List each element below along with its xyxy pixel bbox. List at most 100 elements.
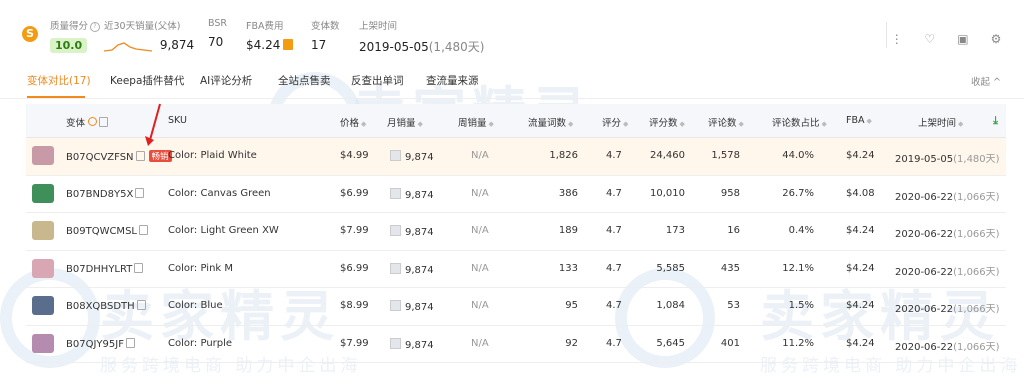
tab-all-sites[interactable]: 全站点售卖 [278, 73, 331, 88]
chart-icon[interactable] [390, 187, 401, 199]
rating-cell: 4.7 [606, 225, 622, 236]
product-thumbnail[interactable] [32, 146, 54, 165]
header-actions: ⋮ ♡ ▣ ⚙ [875, 28, 1002, 47]
chart-icon[interactable] [390, 262, 401, 274]
copy-icon[interactable] [135, 187, 145, 198]
col-reviews[interactable]: 评论数 ◆ [708, 115, 744, 129]
traffic-words-cell: 133 [558, 262, 578, 274]
col-sku: SKU [168, 115, 187, 126]
chart-icon[interactable] [390, 300, 401, 311]
fba-cell: $4.24 [846, 337, 875, 349]
settings-icon[interactable]: ⚙ [990, 33, 1002, 45]
col-listed[interactable]: 上架时间 ◆ [918, 115, 963, 129]
col-rating[interactable]: 评分 ◆ [602, 115, 628, 129]
copy-icon[interactable] [125, 337, 135, 348]
price-cell: $7.99 [340, 337, 369, 349]
sort-icon: ◆ [417, 120, 423, 128]
chart-icon[interactable] [390, 150, 401, 161]
table-row[interactable]: B07DHHYLRT Color: Pink M $6.99 9,874 N/A 133 4… [26, 251, 1006, 288]
listed-date: 2019-05-05 [359, 40, 429, 54]
help-icon[interactable] [88, 117, 98, 126]
more-icon[interactable]: ⋮ [891, 33, 903, 45]
listed-label: 上架时间 [359, 21, 398, 32]
asin-cell[interactable]: B08XQBSDTH [66, 300, 146, 312]
review-share-cell: 1.5% [788, 300, 814, 311]
favorite-icon[interactable]: ♡ [924, 33, 936, 45]
tab-keepa[interactable]: Keepa插件替代 [110, 73, 184, 88]
review-share-cell: 0.4% [788, 225, 814, 236]
col-weekly-sales[interactable]: 周销量 ◆ [458, 115, 494, 129]
product-thumbnail[interactable] [32, 258, 54, 278]
video-icon[interactable]: ▣ [957, 33, 969, 45]
weekly-sales-cell: N/A [471, 225, 489, 236]
asin-cell[interactable]: B09TQWCMSL [66, 225, 148, 237]
col-monthly-sales[interactable]: 月销量 ◆ [387, 115, 423, 129]
table-row[interactable]: B08XQBSDTH Color: Blue $8.99 9,874 N/A 95 4.7 1… [26, 288, 1006, 326]
rating-score-cell: 5,585 [656, 262, 685, 274]
reviews-cell: 1,578 [711, 150, 740, 161]
listed-cell: 2020-06-22(1,066天) [895, 266, 1000, 278]
tab-reverse-keywords[interactable]: 反查出单词 [351, 73, 404, 88]
col-rating-score[interactable]: 评分数 ◆ [649, 115, 685, 129]
chart-icon[interactable] [390, 225, 401, 236]
reviews-cell: 958 [720, 187, 740, 199]
table-row[interactable]: B07QCVZFSN 畅销 Color: Plaid White $4.99 9,874… [26, 138, 1006, 176]
table-row[interactable]: B09TQWCMSL Color: Light Green XW $7.99 9,87… [26, 213, 1006, 251]
asin-cell[interactable]: B07DHHYLRT [66, 262, 144, 275]
asin-cell[interactable]: B07QJY95JF [66, 337, 135, 350]
product-thumbnail[interactable] [32, 221, 54, 240]
reviews-cell: 401 [720, 337, 740, 349]
listed-cell: 2020-06-22(1,066天) [895, 229, 1000, 240]
sku-cell: Color: Canvas Green [168, 187, 271, 199]
rating-score-cell: 173 [665, 225, 685, 236]
product-thumbnail[interactable] [32, 296, 54, 315]
sku-cell: Color: Purple [168, 337, 233, 349]
sales-sparkline-icon[interactable] [103, 39, 153, 53]
tab-ai-reviews[interactable]: AI评论分析 [200, 73, 252, 88]
rating-score-cell: 24,460 [650, 150, 685, 161]
weekly-sales-cell: N/A [471, 337, 489, 349]
calculator-icon[interactable] [283, 39, 294, 50]
col-review-share[interactable]: 评论数占比 ◆ [772, 115, 827, 129]
review-share-cell: 11.2% [782, 337, 814, 349]
tab-variant-compare[interactable]: 变体对比(17) [27, 73, 91, 88]
price-cell: $8.99 [340, 300, 369, 311]
tab-traffic-source[interactable]: 查流量来源 [426, 73, 479, 88]
annotation-arrow [145, 103, 161, 146]
variants-metric: 变体数 17 [311, 18, 340, 52]
listed-cell: 2020-06-22(1,066天) [895, 304, 1000, 315]
col-variant[interactable]: 变体 [66, 115, 109, 129]
bsr-metric: BSR 70 [208, 18, 227, 49]
chart-icon[interactable] [390, 337, 401, 349]
sort-icon: ◆ [679, 120, 685, 128]
sort-icon: ◆ [738, 120, 744, 128]
rating-score-cell: 1,084 [656, 300, 685, 311]
copy-icon[interactable] [138, 225, 148, 235]
table-header: 变体 SKU 价格 ◆ 月销量 ◆ 周销量 ◆ 流量词数 ◆ 评分 ◆ 评分数 ◆ 评论数 ◆… [26, 104, 1006, 138]
copy-icon[interactable] [135, 151, 145, 161]
collapse-button[interactable]: 收起 ^ [971, 74, 1001, 88]
copy-icon[interactable] [99, 117, 109, 127]
price-cell: $6.99 [340, 187, 369, 199]
asin-cell[interactable]: B07BND8Y5X [66, 187, 145, 200]
sort-icon: ◆ [821, 120, 827, 128]
fba-cell: $4.08 [846, 187, 875, 199]
col-price[interactable]: 价格 ◆ [340, 115, 366, 129]
reviews-cell: 16 [727, 225, 740, 236]
help-icon[interactable]: ? [90, 22, 101, 32]
asin-cell[interactable]: B07QCVZFSN 畅销 [66, 150, 172, 163]
copy-icon[interactable] [136, 300, 146, 310]
sort-icon: ◆ [568, 120, 574, 128]
sort-icon: ◆ [361, 120, 367, 128]
sku-cell: Color: Plaid White [168, 150, 257, 161]
table-row[interactable]: B07QJY95JF Color: Purple $7.99 9,874 N/A 92 4.… [26, 326, 1006, 363]
weekly-sales-cell: N/A [471, 300, 489, 311]
copy-icon[interactable] [134, 262, 144, 273]
product-thumbnail[interactable] [32, 183, 54, 203]
download-icon[interactable]: ⤓ [993, 114, 998, 128]
table-row[interactable]: B07BND8Y5X Color: Canvas Green $6.99 9,874 N… [26, 176, 1006, 213]
col-traffic-words[interactable]: 流量词数 ◆ [528, 115, 573, 129]
product-thumbnail[interactable] [32, 333, 54, 353]
col-fba[interactable]: FBA ◆ [846, 115, 872, 126]
listed-days: (1,480天) [428, 40, 485, 54]
